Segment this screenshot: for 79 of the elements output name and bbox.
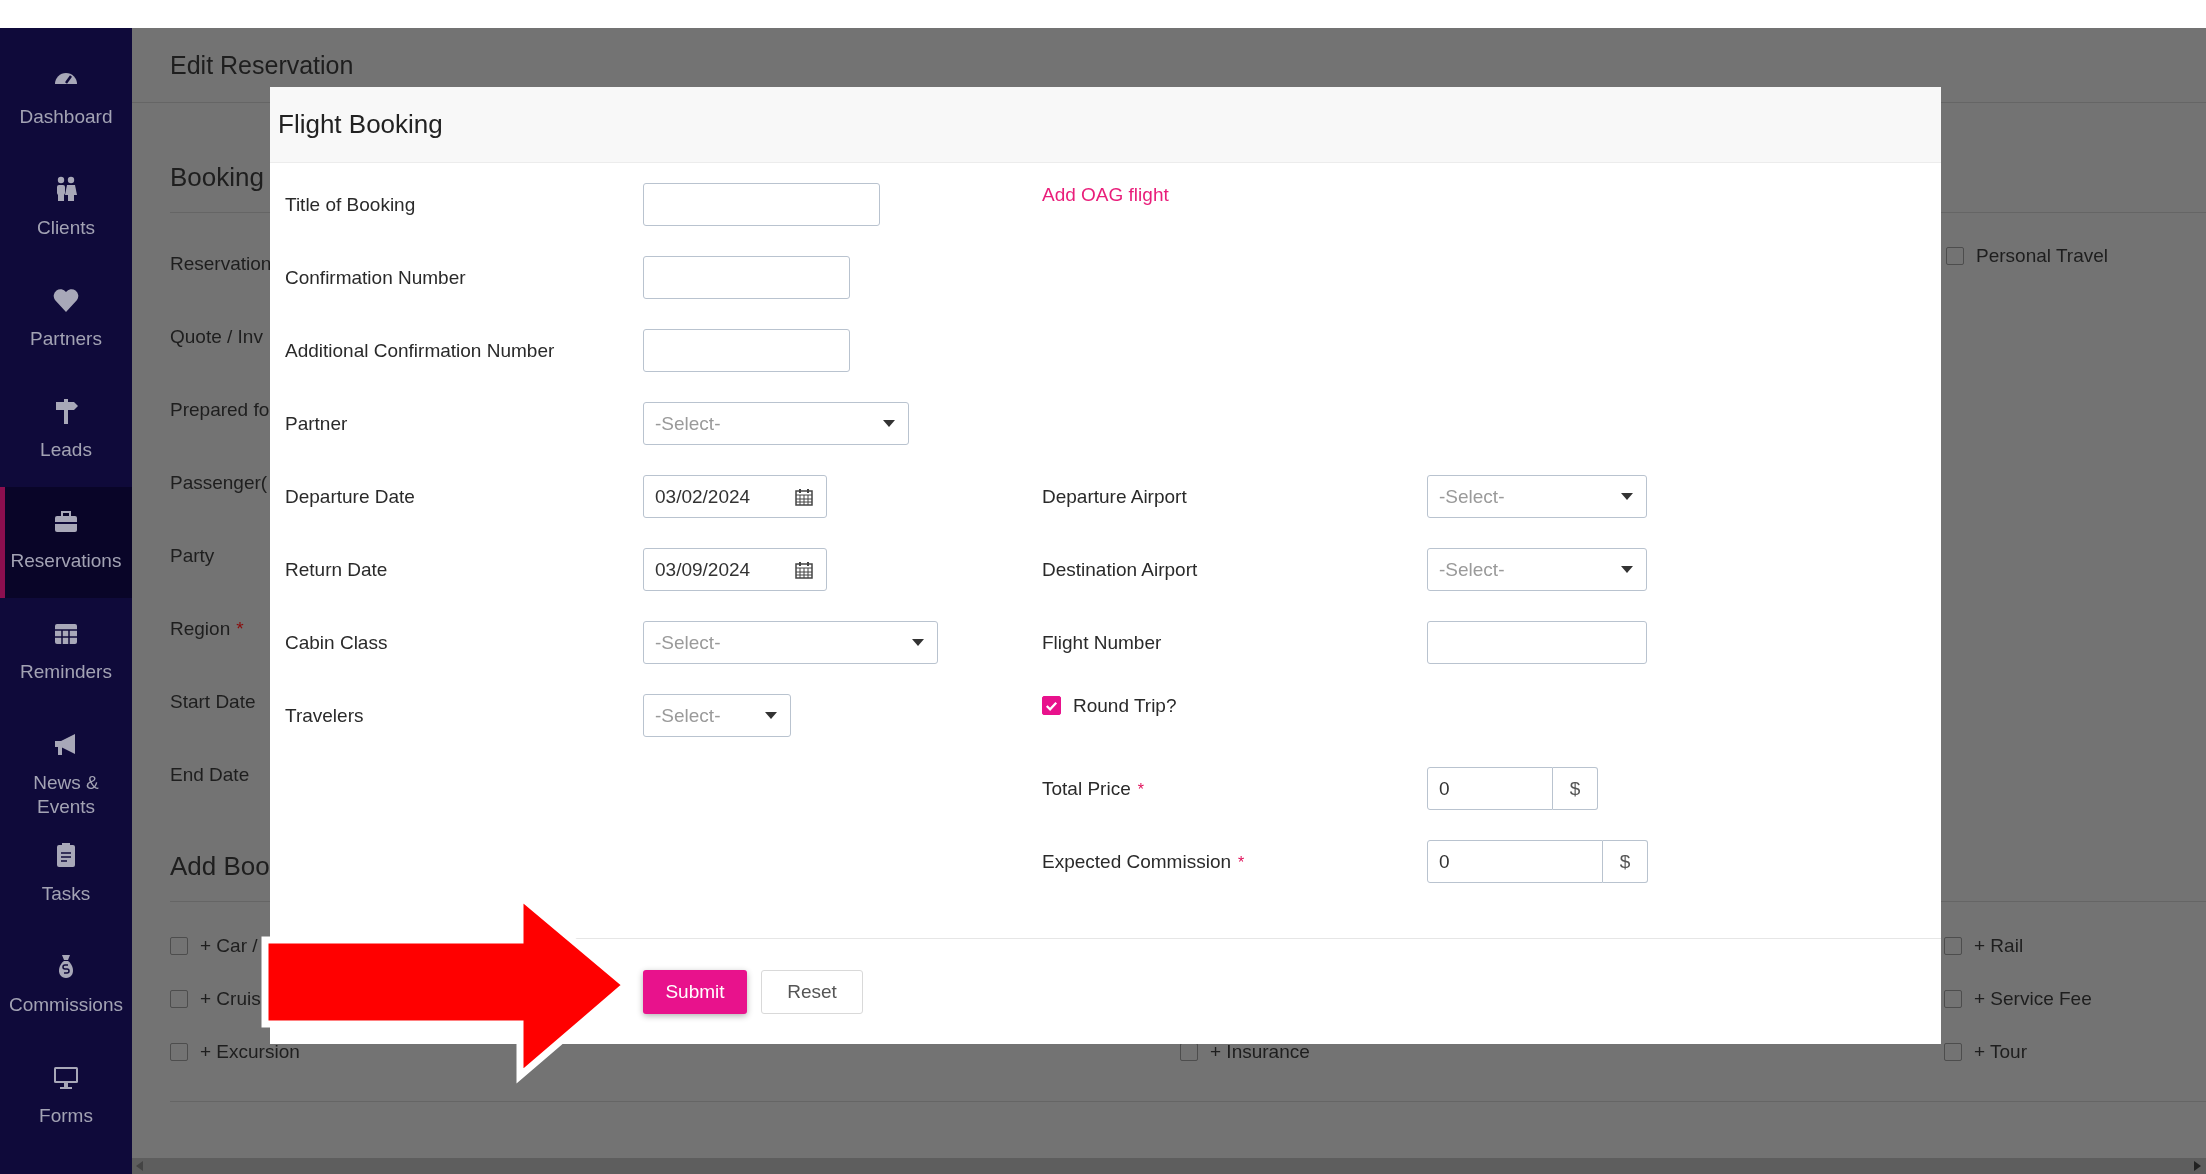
field-label: Party xyxy=(170,544,215,567)
checkbox[interactable] xyxy=(170,936,188,955)
field-label: Travelers xyxy=(285,704,364,726)
checkbox[interactable] xyxy=(1042,696,1061,715)
number-field[interactable]: 0 xyxy=(1427,840,1603,883)
checkbox[interactable] xyxy=(1946,246,1964,265)
field-label: Confirmation Number xyxy=(285,266,466,288)
currency-addon: $ xyxy=(1553,767,1598,810)
date-field[interactable]: 03/09/2024 xyxy=(643,548,827,591)
currency-addon: $ xyxy=(1603,840,1648,883)
calendar-icon[interactable] xyxy=(795,487,813,506)
sidebar-item[interactable]: Partners xyxy=(0,265,132,376)
text-field[interactable] xyxy=(1427,621,1647,664)
section-heading: Add Boo xyxy=(170,850,270,883)
checkbox-label: + Cruis xyxy=(200,987,261,1010)
text-field[interactable] xyxy=(643,329,850,372)
checkbox-label: + Service Fee xyxy=(1974,987,2092,1010)
sidebar-item[interactable]: News & Events xyxy=(0,709,132,820)
sidebar-item[interactable]: Commissions xyxy=(0,931,132,1042)
sidebar-item[interactable]: Leads xyxy=(0,376,132,487)
modal-title: Flight Booking xyxy=(278,109,443,140)
sidebar-item[interactable]: Clients xyxy=(0,154,132,265)
checkbox[interactable] xyxy=(170,989,188,1008)
field-label: Destination Airport xyxy=(1042,558,1198,580)
text-field[interactable] xyxy=(643,256,850,299)
caret-icon xyxy=(765,711,777,720)
add-flight-link[interactable]: Add OAG flight xyxy=(1042,184,1169,206)
caret-icon xyxy=(883,419,895,428)
field-label: Region xyxy=(170,617,231,640)
field-label: Title of Booking xyxy=(285,193,416,215)
required-mark: * xyxy=(1238,853,1245,871)
checkbox-label: + Car / xyxy=(200,934,258,957)
page-title: Edit Reservation xyxy=(170,50,354,80)
horizontal-scrollbar[interactable] xyxy=(132,1158,2206,1174)
checkbox-label: Personal Travel xyxy=(1976,244,2108,267)
sidebar-item[interactable]: Reminders xyxy=(0,598,132,709)
date-field[interactable]: 03/02/2024 xyxy=(643,475,827,518)
field-label: Flight Number xyxy=(1042,631,1162,653)
required-mark: * xyxy=(236,617,244,640)
field-label: Start Date xyxy=(170,690,256,713)
checkbox[interactable] xyxy=(1944,989,1962,1008)
checkbox[interactable] xyxy=(1944,936,1962,955)
required-mark: * xyxy=(1137,780,1144,798)
submit-button[interactable]: Submit xyxy=(643,970,747,1014)
field-label: Return Date xyxy=(285,558,388,580)
checkbox-label: Round Trip? xyxy=(1073,694,1177,717)
text-field[interactable] xyxy=(643,183,880,226)
heart-icon xyxy=(52,286,80,314)
caret-icon xyxy=(1621,492,1633,501)
field-label: Additional Confirmation Number xyxy=(285,339,555,361)
field-label: Expected Commission xyxy=(1042,850,1232,872)
field-label: Departure Date xyxy=(285,485,415,507)
field-label: Cabin Class xyxy=(285,631,388,653)
field-label: Reservation xyxy=(170,252,272,275)
caret-icon xyxy=(1621,565,1633,574)
sidebar-item[interactable]: Forms xyxy=(0,1042,132,1153)
field-label: Quote / Inv xyxy=(170,325,263,348)
sidebar-item[interactable]: Reservations xyxy=(0,487,132,598)
caret-icon xyxy=(912,638,924,647)
checkbox[interactable] xyxy=(1944,1042,1962,1061)
checkbox-label: + Excursion xyxy=(200,1040,300,1063)
checkbox-label: + Tour xyxy=(1974,1040,2027,1063)
scroll-right-icon[interactable] xyxy=(2194,1161,2202,1171)
reset-button[interactable]: Reset xyxy=(761,970,863,1014)
sidebar-item[interactable]: Tasks xyxy=(0,820,132,931)
number-field[interactable]: 0 xyxy=(1427,767,1553,810)
field-label: Passenger( xyxy=(170,471,268,494)
field-label: Departure Airport xyxy=(1042,485,1187,507)
calendar-icon[interactable] xyxy=(795,560,813,579)
checkbox-label: + Insurance xyxy=(1210,1040,1310,1063)
sidebar-item[interactable]: Dashboard xyxy=(0,43,132,154)
section-heading: Booking xyxy=(170,161,264,194)
field-label: Total Price xyxy=(1042,777,1131,799)
checkbox[interactable] xyxy=(170,1042,188,1061)
scroll-left-icon[interactable] xyxy=(136,1161,144,1171)
field-label: Partner xyxy=(285,412,348,434)
checkbox-label: + Rail xyxy=(1974,934,2024,957)
field-label: End Date xyxy=(170,763,250,786)
field-label: Prepared fo xyxy=(170,398,270,421)
